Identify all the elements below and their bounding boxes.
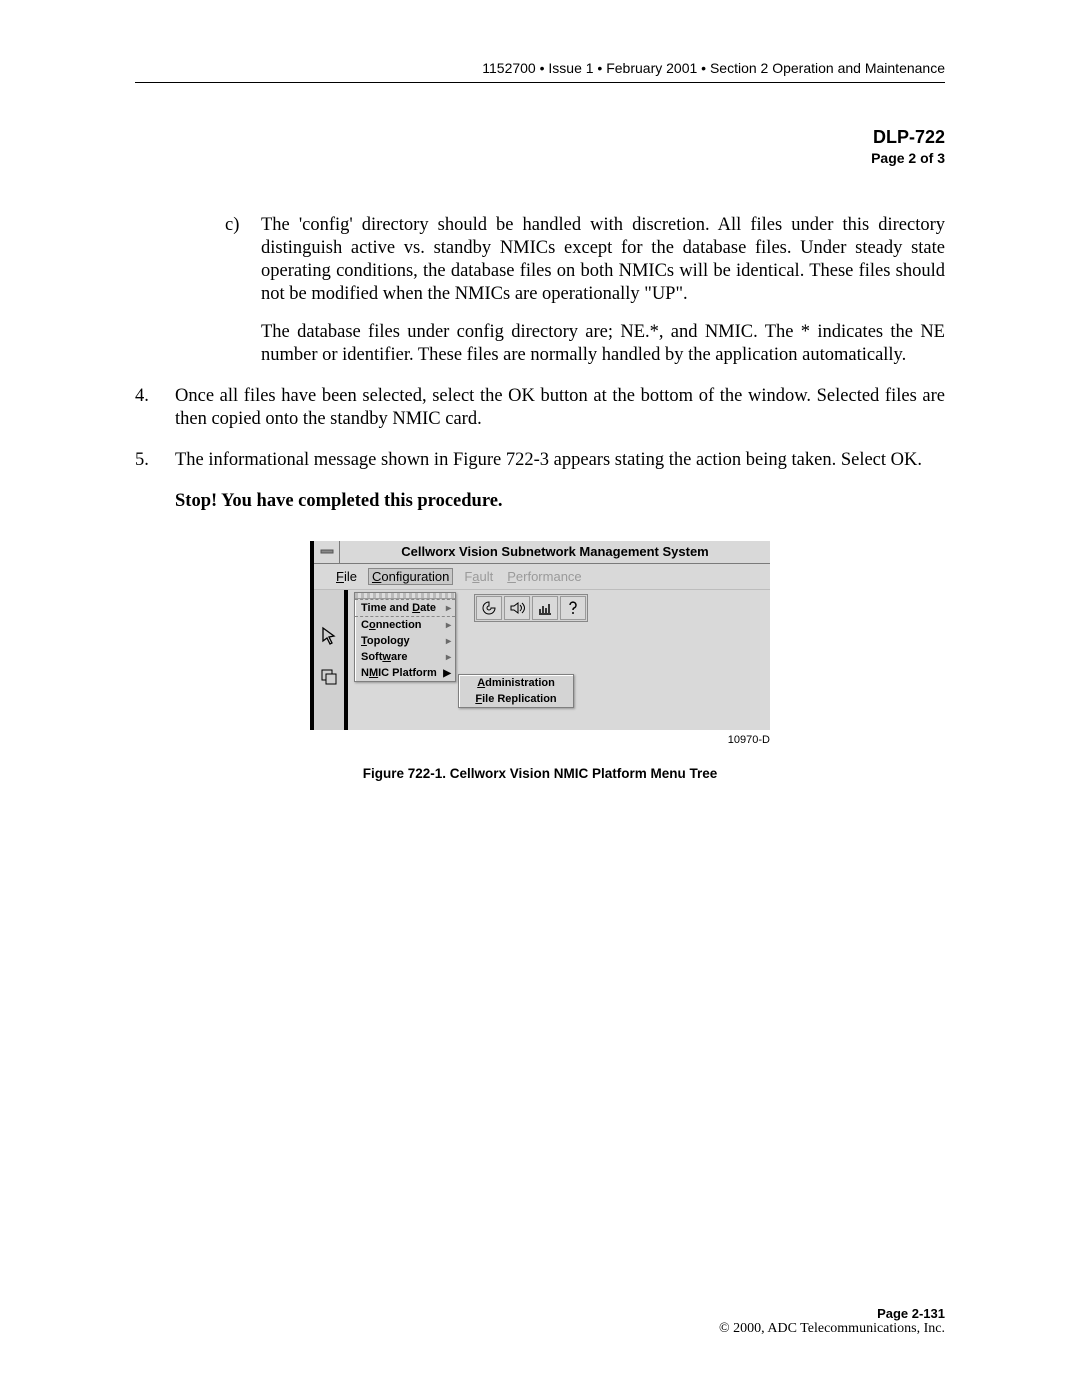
toolbar bbox=[474, 594, 588, 622]
submenu-item-administration[interactable]: Administration bbox=[459, 675, 573, 691]
chevron-right-icon: ▸ bbox=[446, 620, 451, 631]
list-item-5: 5. The informational message shown in Fi… bbox=[135, 449, 945, 472]
list-para: The informational message shown in Figur… bbox=[175, 449, 945, 472]
configuration-dropdown: Time and Date ▸ Connection ▸ Topology ▸ bbox=[354, 592, 456, 682]
sidebar bbox=[314, 590, 348, 730]
menu-performance[interactable]: Performance bbox=[507, 569, 581, 584]
figure-caption: Figure 722-1. Cellworx Vision NMIC Platf… bbox=[135, 766, 945, 781]
chevron-right-icon: ▸ bbox=[446, 636, 451, 647]
tool-palette-icon[interactable] bbox=[476, 596, 502, 620]
menu-file[interactable]: File bbox=[336, 569, 357, 584]
dlp-title: DLP-722 bbox=[135, 127, 945, 148]
tool-help-icon[interactable] bbox=[560, 596, 586, 620]
list-item-4: 4. Once all files have been selected, se… bbox=[135, 385, 945, 431]
titlebar: Cellworx Vision Subnetwork Management Sy… bbox=[314, 541, 770, 564]
list-item-c-cont: The database files under config director… bbox=[261, 321, 945, 367]
chevron-right-icon: ▶ bbox=[443, 668, 451, 679]
menu-configuration[interactable]: Configuration bbox=[368, 568, 453, 585]
menubar: File Configuration Fault Performance bbox=[314, 564, 770, 590]
chevron-right-icon: ▸ bbox=[446, 603, 451, 614]
header-rule bbox=[135, 82, 945, 83]
nmic-platform-submenu: Administration File Replication bbox=[458, 674, 574, 708]
menu-item-connection[interactable]: Connection ▸ bbox=[355, 617, 455, 633]
window-title: Cellworx Vision Subnetwork Management Sy… bbox=[340, 541, 770, 563]
figure-id: 10970-D bbox=[310, 734, 770, 746]
chevron-right-icon: ▸ bbox=[446, 652, 451, 663]
figure-722-1: Cellworx Vision Subnetwork Management Sy… bbox=[135, 541, 945, 781]
dlp-page: Page 2 of 3 bbox=[135, 150, 945, 166]
footer-page: Page 2-131 bbox=[719, 1306, 945, 1321]
list-para: The 'config' directory should be handled… bbox=[261, 214, 945, 307]
list-marker: 5. bbox=[135, 449, 175, 472]
menu-fault[interactable]: Fault bbox=[464, 569, 493, 584]
running-header: 1152700 • Issue 1 • February 2001 • Sect… bbox=[135, 60, 945, 82]
stack-icon[interactable] bbox=[319, 667, 339, 692]
tool-sound-icon[interactable] bbox=[504, 596, 530, 620]
stop-line: Stop! You have completed this procedure. bbox=[175, 490, 945, 513]
app-window: Cellworx Vision Subnetwork Management Sy… bbox=[310, 541, 770, 730]
submenu-item-file-replication[interactable]: File Replication bbox=[459, 691, 573, 707]
system-menu-icon[interactable] bbox=[314, 541, 340, 563]
workarea: Time and Date ▸ Connection ▸ Topology ▸ bbox=[314, 590, 770, 730]
tool-chart-icon[interactable] bbox=[532, 596, 558, 620]
list-item-c: c) The 'config' directory should be hand… bbox=[225, 214, 945, 307]
menu-item-time-and-date[interactable]: Time and Date ▸ bbox=[355, 599, 455, 617]
pointer-icon[interactable] bbox=[319, 626, 339, 651]
menu-item-nmic-platform[interactable]: NMIC Platform ▶ bbox=[355, 665, 455, 681]
list-marker: c) bbox=[225, 214, 261, 307]
footer-copyright: © 2000, ADC Telecommunications, Inc. bbox=[719, 1321, 945, 1337]
menu-item-topology[interactable]: Topology ▸ bbox=[355, 633, 455, 649]
list-marker: 4. bbox=[135, 385, 175, 431]
footer: Page 2-131 © 2000, ADC Telecommunication… bbox=[719, 1306, 945, 1337]
menu-item-software[interactable]: Software ▸ bbox=[355, 649, 455, 665]
canvas: Time and Date ▸ Connection ▸ Topology ▸ bbox=[348, 590, 770, 730]
list-para: Once all files have been selected, selec… bbox=[175, 385, 945, 431]
dlp-block: DLP-722 Page 2 of 3 bbox=[135, 127, 945, 166]
